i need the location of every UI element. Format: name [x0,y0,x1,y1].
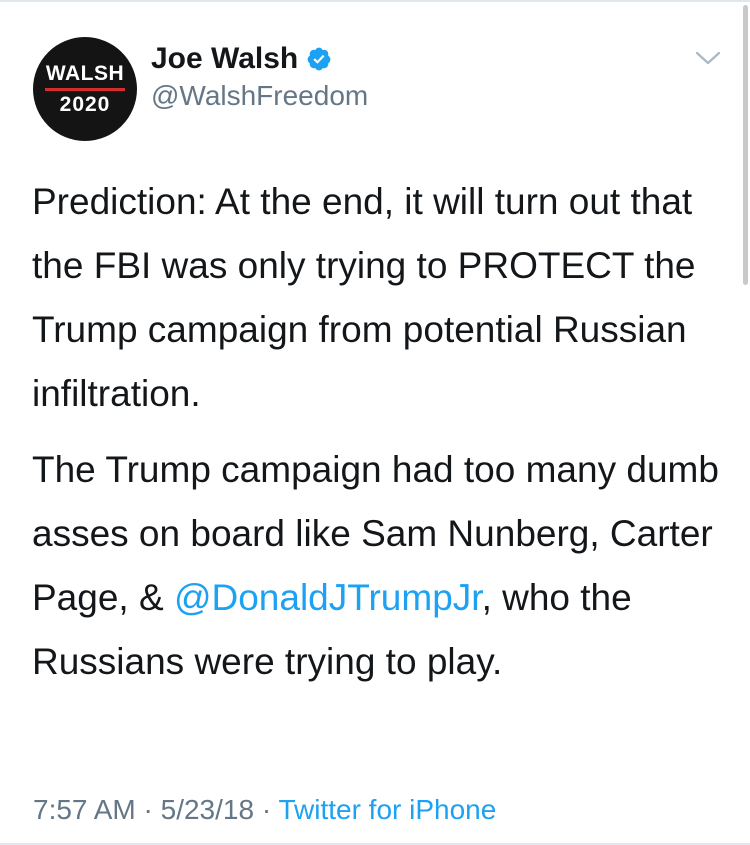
avatar-text-line2: 2020 [59,92,111,116]
avatar-text-line1: WALSH [45,61,125,85]
meta-separator: · [135,794,161,825]
mention-link[interactable]: @DonaldJTrumpJr [174,577,482,618]
tweet-paragraph-2: The Trump campaign had too many dumb ass… [32,438,722,694]
tweet-meta: 7:57 AM · 5/23/18 · Twitter for iPhone [33,790,496,830]
scroll-indicator[interactable] [743,5,748,285]
tweet-source-link[interactable]: Twitter for iPhone [278,794,496,825]
chevron-down-icon[interactable] [694,48,722,68]
tweet-text: Prediction: At the end, it will turn out… [32,170,722,694]
user-handle[interactable]: @WalshFreedom [151,79,368,113]
display-name-row[interactable]: Joe Walsh [151,40,332,78]
avatar[interactable]: WALSH 2020 [33,37,137,141]
tweet-paragraph-1: Prediction: At the end, it will turn out… [32,181,696,414]
display-name[interactable]: Joe Walsh [151,40,298,78]
avatar-red-rule [45,87,125,91]
tweet-time[interactable]: 7:57 AM [33,794,136,825]
meta-separator: · [254,794,279,825]
top-divider [0,0,750,2]
verified-badge-icon [307,47,331,71]
tweet-date[interactable]: 5/23/18 [161,794,254,825]
